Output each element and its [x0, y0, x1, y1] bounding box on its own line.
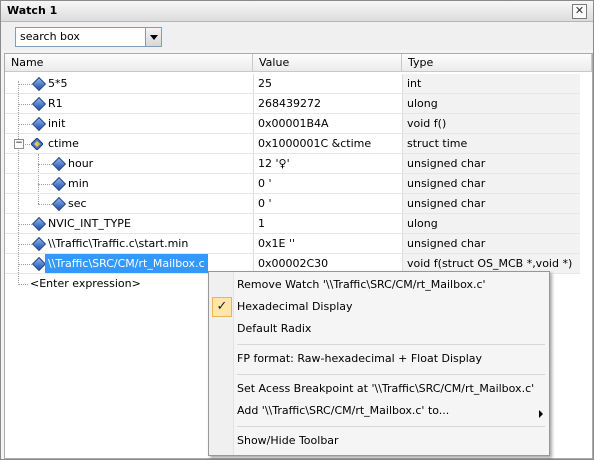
watch-expression[interactable]: \\Traffic\SRC/CM/rt_Mailbox.c [45, 254, 208, 273]
menu-item-hexadecimal-display[interactable]: Hexadecimal Display [237, 297, 353, 317]
close-button[interactable]: ✕ [572, 4, 587, 19]
close-icon: ✕ [574, 4, 585, 17]
table-row[interactable]: min 0 ' unsigned char [5, 174, 592, 194]
menu-item-show-hide-toolbar[interactable]: Show/Hide Toolbar [237, 431, 339, 451]
name-cell[interactable]: sec [5, 194, 253, 214]
menu-separator [237, 344, 545, 345]
value-cell[interactable]: 12 '♀' [253, 154, 402, 174]
type-cell: unsigned char [402, 234, 580, 254]
value-cell[interactable]: 0x1000001C &ctime [253, 134, 402, 154]
context-menu: Remove Watch '\\Traffic\SRC/CM/rt_Mailbo… [208, 271, 550, 456]
value-cell[interactable]: 0 ' [253, 174, 402, 194]
type-cell: int [402, 74, 580, 94]
type-cell: ulong [402, 94, 580, 114]
tree-line [18, 264, 32, 265]
menu-separator [237, 426, 545, 427]
type-cell: struct time [402, 134, 580, 154]
name-cell[interactable]: 5*5 [5, 74, 253, 94]
tree-line [18, 104, 32, 105]
tree-line [18, 84, 32, 85]
type-cell: unsigned char [402, 174, 580, 194]
value-cell[interactable]: 0x1E '' [253, 234, 402, 254]
value-cell[interactable]: 268439272 [253, 94, 402, 114]
table-row[interactable]: \\Traffic\Traffic.c\start.min 0x1E '' unsi… [5, 234, 592, 254]
table-row[interactable]: − ctime 0x1000001C &ctime struct time [5, 134, 592, 154]
name-cell[interactable]: R1 [5, 94, 253, 114]
menu-item-set-access-breakpoint[interactable]: Set Acess Breakpoint at '\\Traffic\SRC/C… [237, 379, 534, 399]
variable-diamond-icon [31, 236, 47, 252]
menu-item-remove-watch[interactable]: Remove Watch '\\Traffic\SRC/CM/rt_Mailbo… [237, 275, 486, 295]
menu-separator [237, 374, 545, 375]
name-cell[interactable]: \\Traffic\Traffic.c\start.min [5, 234, 253, 254]
watch-expression[interactable]: \\Traffic\Traffic.c\start.min [48, 234, 188, 253]
tree-line [38, 164, 52, 165]
column-header-type[interactable]: Type [402, 54, 592, 72]
table-row[interactable]: NVIC_INT_TYPE 1 ulong [5, 214, 592, 234]
toolbar: search box [1, 22, 593, 50]
watch-expression[interactable]: ctime [48, 134, 79, 153]
name-cell[interactable]: NVIC_INT_TYPE [5, 214, 253, 234]
table-row[interactable]: sec 0 ' unsigned char [5, 194, 592, 214]
table-row[interactable]: 5*5 25 int [5, 74, 592, 94]
variable-diamond-icon [31, 116, 47, 132]
search-combobox[interactable]: search box [15, 27, 162, 47]
value-cell[interactable]: 25 [253, 74, 402, 94]
menu-item-default-radix[interactable]: Default Radix [237, 319, 311, 339]
tree-line [38, 204, 52, 205]
watch-expression[interactable]: NVIC_INT_TYPE [48, 214, 131, 233]
type-cell: ulong [402, 214, 580, 234]
enter-expression-placeholder[interactable]: <Enter expression> [30, 277, 141, 290]
value-cell[interactable]: 0x00001B4A [253, 114, 402, 134]
variable-diamond-icon [31, 216, 47, 232]
tree-line [18, 224, 32, 225]
type-cell: void f() [402, 114, 580, 134]
column-header-name[interactable]: Name [5, 54, 253, 72]
title-bar: Watch 1 ✕ [1, 1, 593, 22]
type-cell: unsigned char [402, 154, 580, 174]
variable-diamond-icon [51, 156, 67, 172]
menu-item-fp-format[interactable]: FP format: Raw-hexadecimal + Float Displ… [237, 349, 482, 369]
table-row[interactable]: R1 268439272 ulong [5, 94, 592, 114]
watch-expression[interactable]: hour [68, 154, 93, 173]
tree-line [38, 184, 52, 185]
watch-expression[interactable]: R1 [48, 94, 63, 113]
name-cell[interactable]: min [5, 174, 253, 194]
variable-diamond-icon [51, 176, 67, 192]
name-cell[interactable]: hour [5, 154, 253, 174]
table-row[interactable]: init 0x00001B4A void f() [5, 114, 592, 134]
variable-diamond-icon [31, 96, 47, 112]
tree-line [18, 284, 28, 285]
watch-expression[interactable]: min [68, 174, 89, 193]
name-cell[interactable]: − ctime [5, 134, 253, 154]
column-header-value[interactable]: Value [253, 54, 402, 72]
tree-line [18, 124, 32, 125]
watch-expression[interactable]: init [48, 114, 65, 133]
menu-item-add-to[interactable]: Add '\\Traffic\SRC/CM/rt_Mailbox.c' to..… [237, 401, 449, 421]
watch-expression[interactable]: sec [68, 194, 87, 213]
table-row[interactable]: hour 12 '♀' unsigned char [5, 154, 592, 174]
struct-icon [30, 137, 44, 151]
search-input[interactable]: search box [20, 30, 80, 43]
variable-diamond-icon [31, 256, 47, 272]
watch-expression[interactable]: 5*5 [48, 74, 68, 93]
checkmark-icon: ✓ [212, 297, 232, 317]
value-cell[interactable]: 1 [253, 214, 402, 234]
type-cell: unsigned char [402, 194, 580, 214]
variable-diamond-icon [31, 76, 47, 92]
watch-window: Watch 1 ✕ search box Name Value Type 5*5… [0, 0, 594, 460]
collapse-icon[interactable]: − [14, 139, 24, 149]
value-cell[interactable]: 0 ' [253, 194, 402, 214]
chevron-down-icon[interactable] [145, 28, 161, 46]
tree-line [18, 244, 32, 245]
variable-diamond-icon [51, 196, 67, 212]
name-cell[interactable]: init [5, 114, 253, 134]
window-title: Watch 1 [7, 4, 58, 17]
submenu-arrow-icon [539, 410, 543, 418]
